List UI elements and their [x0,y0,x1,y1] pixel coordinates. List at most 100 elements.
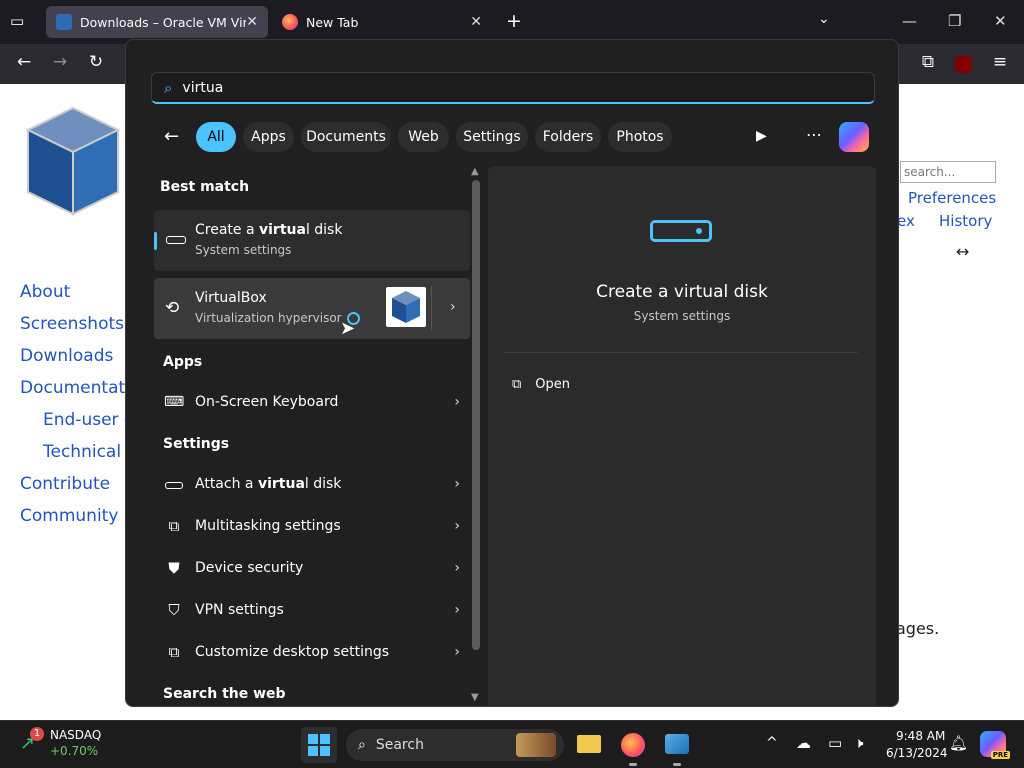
disk-icon [166,236,186,244]
desktop-icon: ⧉ [168,643,180,661]
item-label: Multitasking settings [195,518,341,534]
chevron-right-icon[interactable]: › [454,602,460,618]
filter-settings[interactable]: Settings [456,122,528,152]
start-search-input[interactable] [182,79,783,96]
site-search-input[interactable]: search... [900,161,996,183]
link-history[interactable]: History [939,212,992,230]
item-label: Customize desktop settings [195,644,390,660]
preview-pane: Create a virtual disk System settings ⧉ … [488,166,876,706]
start-search-box[interactable]: ⌕ [151,72,875,104]
nav-downloads[interactable]: Downloads [20,346,113,366]
nav-screenshots[interactable]: Screenshots [20,314,124,334]
taskbar-search[interactable]: ⌕ Search [346,729,564,761]
copilot-taskbar-icon[interactable]: PRE [980,731,1010,759]
divider [431,286,432,331]
nav-about[interactable]: About [20,282,70,302]
selection-accent [154,232,157,250]
play-more-filters-icon[interactable]: ▶ [756,128,767,144]
preview-divider [504,352,858,353]
filter-documents[interactable]: Documents [301,122,391,152]
taskbar: ↗ 1 NASDAQ +0.70% ⌕ Search ^ ☁ ▭ 🕨 9:48 … [0,720,1024,768]
close-tab-icon[interactable]: ✕ [470,14,482,30]
display-network-icon[interactable]: ▭ [828,734,842,752]
setting-attach-virtual-disk[interactable]: Attach a virtual disk › [154,464,470,504]
scroll-down-arrow-icon[interactable]: ▼ [471,692,479,703]
setting-customize-desktop[interactable]: ⧉ Customize desktop settings › [154,632,470,672]
filter-folders[interactable]: Folders [535,122,601,152]
search-the-web-heading: Search the web [163,686,286,702]
filter-all[interactable]: All [196,122,236,152]
windows-start-icon[interactable] [301,727,337,763]
tab-title: New Tab [306,14,359,30]
forward-arrow-icon[interactable]: → [48,52,72,72]
chevron-right-icon[interactable]: › [454,560,460,576]
chevron-right-icon[interactable]: › [454,518,460,534]
nav-community[interactable]: Community [20,506,118,526]
ublock-origin-icon[interactable] [955,56,972,73]
restore-icon[interactable]: ❐ [948,12,961,30]
tab-list-icon[interactable]: ▭ [10,12,24,30]
show-hidden-icons-chevron-icon[interactable]: ^ [766,735,778,751]
clock-time[interactable]: 9:48 AM [896,729,945,743]
filter-web[interactable]: Web [398,122,449,152]
results-scrollbar[interactable] [472,180,480,650]
file-explorer-icon[interactable] [577,735,601,753]
disk-icon [164,475,184,493]
back-arrow-icon[interactable]: ← [164,126,179,147]
remote-desktop-icon[interactable] [665,734,689,754]
link-preferences[interactable]: Preferences [908,189,996,207]
setting-device-security[interactable]: ⛊ Device security › [154,548,470,588]
expand-chevron-icon[interactable]: › [450,299,456,315]
item-label: Attach a virtual disk [195,476,342,492]
close-tab-icon[interactable]: ✕ [246,14,258,30]
virtualbox-subtitle: Virtualization hypervisor [195,311,342,325]
menu-hamburger-icon[interactable]: ≡ [988,52,1012,72]
result-virtualbox[interactable]: ⟲ VirtualBox Virtualization hypervisor › [154,278,470,339]
scroll-up-arrow-icon[interactable]: ▲ [471,166,479,177]
tab-title: Downloads – Oracle VM VirtualBox [80,14,247,30]
list-all-tabs-chevron-icon[interactable]: ⌄ [818,11,830,27]
widget-title: NASDAQ [50,728,102,742]
more-options-icon[interactable]: ⋯ [806,125,822,144]
preview-subtitle: System settings [633,309,731,323]
item-label: Device security [195,560,304,576]
new-tab-plus-icon[interactable]: + [506,10,522,32]
virtualbox-app-icon [386,287,426,327]
firefox-favicon-icon [282,14,298,30]
preview-title: Create a virtual disk [596,282,768,302]
copilot-icon[interactable] [839,122,869,152]
widget-value: +0.70% [50,744,99,758]
tab-virtualbox-downloads[interactable]: Downloads – Oracle VM VirtualBox ✕ [46,6,268,38]
nav-contribute[interactable]: Contribute [20,474,110,494]
virtualbox-logo [22,102,124,222]
resize-arrows-icon: ↔ [956,242,970,261]
link-index[interactable]: ex [897,212,915,230]
setting-vpn[interactable]: ⛉ VPN settings › [154,590,470,630]
back-arrow-icon[interactable]: ← [12,52,36,72]
notification-bell-icon[interactable]: 🔔︎ [949,734,968,752]
clock-date[interactable]: 6/13/2024 [886,746,948,760]
history-clock-icon: ⟲ [165,298,180,318]
chevron-right-icon[interactable]: › [454,644,460,660]
filter-apps[interactable]: Apps [243,122,294,152]
app-on-screen-keyboard[interactable]: ⌨ On-Screen Keyboard › [154,382,470,422]
chevron-right-icon[interactable]: › [454,394,460,410]
multitask-icon: ⧉ [168,517,180,535]
tab-new-tab[interactable]: New Tab ✕ [272,6,492,38]
firefox-icon[interactable] [621,733,645,757]
setting-multitasking[interactable]: ⧉ Multitasking settings › [154,506,470,546]
volume-muted-icon[interactable]: 🕨 [854,734,863,752]
stocks-widget[interactable]: ↗ 1 NASDAQ +0.70% [18,727,128,763]
reload-icon[interactable]: ↻ [84,52,108,72]
extensions-puzzle-icon[interactable]: ⧉ [916,52,940,72]
onedrive-cloud-icon[interactable]: ☁ [796,734,811,752]
apps-heading: Apps [163,354,203,370]
filter-photos[interactable]: Photos [608,122,672,152]
window-close-icon[interactable]: ✕ [994,12,1007,30]
item-label: VPN settings [195,602,284,618]
best-match-create-virtual-disk[interactable]: Create a virtual disk System settings [154,210,470,271]
copilot-preview-badge: PRE [990,751,1010,759]
open-action[interactable]: ⧉ Open [512,372,570,396]
minimize-icon[interactable]: — [902,12,917,30]
chevron-right-icon[interactable]: › [454,476,460,492]
